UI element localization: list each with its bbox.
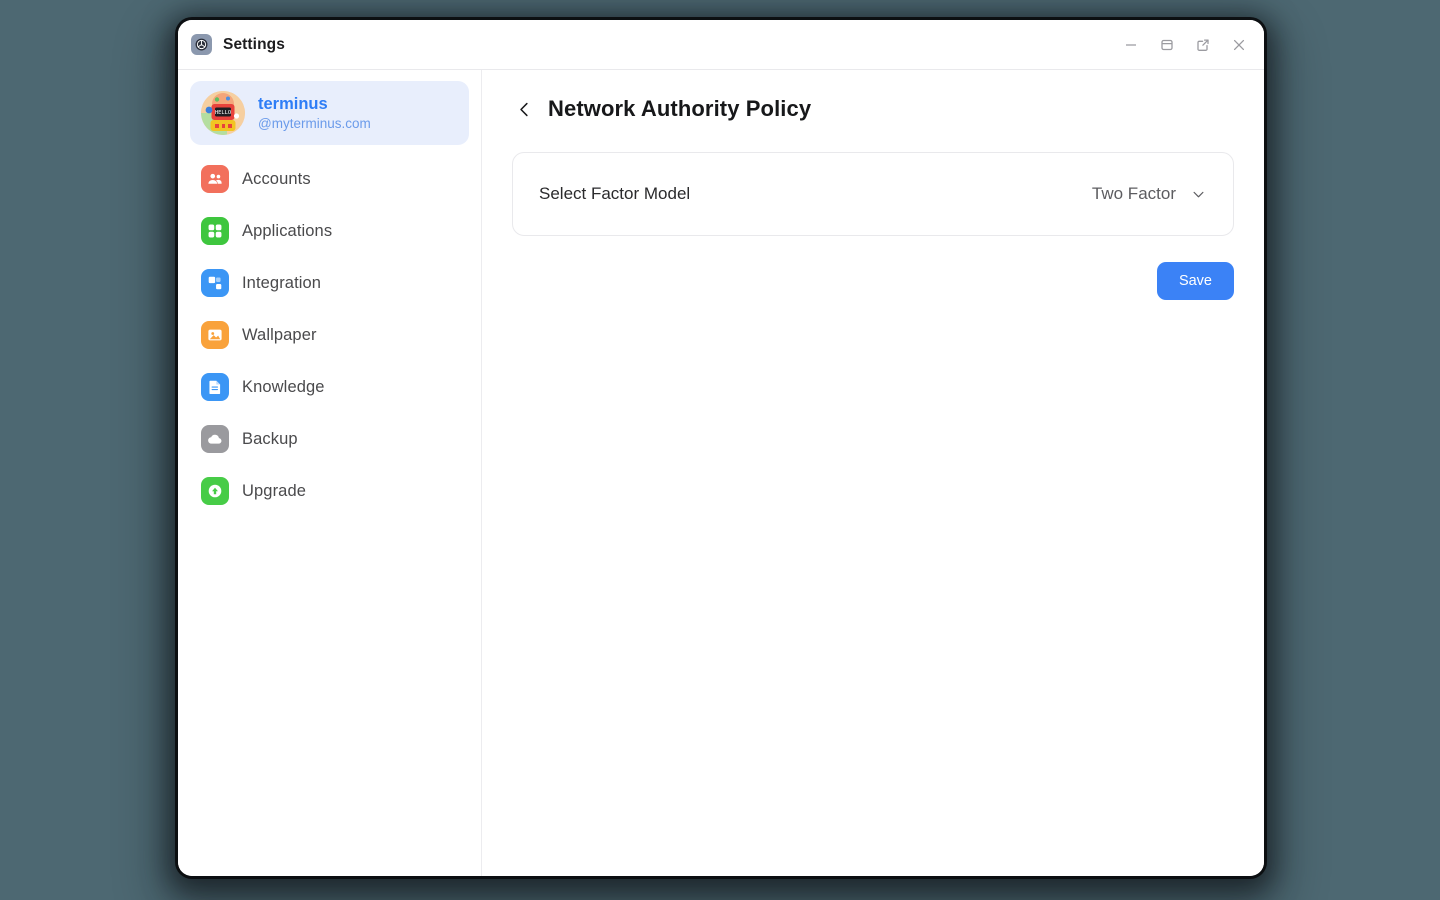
sidebar-item-applications[interactable]: Applications (190, 205, 469, 257)
close-button[interactable] (1228, 34, 1250, 56)
chevron-left-icon[interactable] (512, 97, 536, 121)
sidebar-item-label: Accounts (242, 169, 311, 188)
knowledge-icon (201, 373, 229, 401)
sidebar-item-knowledge[interactable]: Knowledge (190, 361, 469, 413)
window-title: Settings (223, 35, 285, 53)
page-header: Network Authority Policy (512, 96, 1234, 122)
sidebar-item-label: Upgrade (242, 481, 306, 500)
accounts-icon (201, 165, 229, 193)
maximize-button[interactable] (1156, 34, 1178, 56)
minimize-button[interactable] (1120, 34, 1142, 56)
sidebar-nav: Accounts Applications Integration Wallpa… (190, 153, 469, 517)
window-titlebar: Settings (178, 20, 1264, 70)
main-content: Network Authority Policy Select Factor M… (482, 70, 1264, 876)
chevron-down-icon (1190, 186, 1207, 203)
settings-gear-icon (191, 34, 212, 55)
desktop-background: Settings HELLO terminus @myterminus.com … (0, 0, 1440, 900)
upgrade-icon (201, 477, 229, 505)
svg-text:HELLO: HELLO (215, 110, 231, 116)
sidebar-item-label: Wallpaper (242, 325, 317, 344)
save-button[interactable]: Save (1156, 262, 1234, 300)
form-actions: Save (512, 262, 1234, 300)
applications-icon (201, 217, 229, 245)
user-avatar-robot: HELLO (201, 91, 245, 135)
profile-name: terminus (258, 94, 328, 113)
profile-handle: @myterminus.com (258, 115, 371, 131)
sidebar-item-integration[interactable]: Integration (190, 257, 469, 309)
factor-model-setting-row: Select Factor Model Two Factor (512, 152, 1234, 236)
window-controls (1120, 34, 1250, 56)
wallpaper-icon (201, 321, 229, 349)
factor-model-select[interactable]: Two Factor (1092, 184, 1207, 204)
page-title: Network Authority Policy (548, 96, 812, 121)
sidebar-item-upgrade[interactable]: Upgrade (190, 465, 469, 517)
sidebar-item-label: Backup (242, 429, 298, 448)
sidebar-item-label: Integration (242, 273, 322, 292)
backup-icon (201, 425, 229, 453)
sidebar-item-label: Applications (242, 221, 333, 240)
selected-value: Two Factor (1091, 184, 1176, 203)
sidebar-item-profile[interactable]: HELLO terminus @myterminus.com (190, 81, 469, 145)
integration-icon (201, 269, 229, 297)
profile-text: terminus @myterminus.com (258, 95, 371, 131)
window-body: HELLO terminus @myterminus.com Accounts … (178, 70, 1264, 876)
settings-window: Settings HELLO terminus @myterminus.com … (178, 20, 1264, 876)
sidebar: HELLO terminus @myterminus.com Accounts … (178, 70, 482, 876)
setting-label: Select Factor Model (539, 184, 691, 203)
sidebar-item-accounts[interactable]: Accounts (190, 153, 469, 205)
sidebar-item-backup[interactable]: Backup (190, 413, 469, 465)
popout-button[interactable] (1192, 34, 1214, 56)
sidebar-item-label: Knowledge (242, 377, 325, 396)
sidebar-item-wallpaper[interactable]: Wallpaper (190, 309, 469, 361)
